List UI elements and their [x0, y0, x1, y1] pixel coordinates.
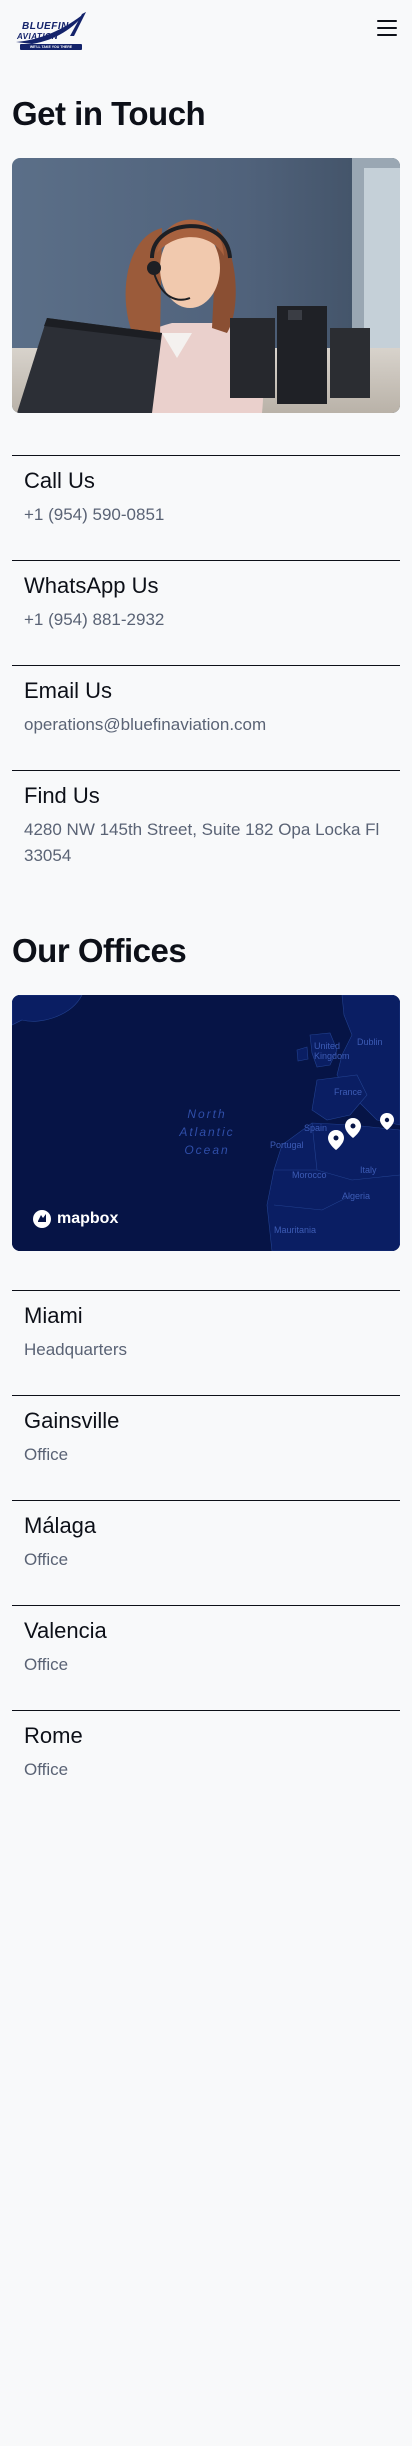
office-item-malaga[interactable]: Málaga Office — [12, 1500, 400, 1605]
map-label-algeria: Algeria — [342, 1191, 371, 1201]
map-label-france: France — [334, 1087, 363, 1097]
find-us-label: Find Us — [24, 783, 100, 808]
office-item-gainsville[interactable]: Gainsville Office — [12, 1395, 400, 1500]
hamburger-menu-button[interactable] — [374, 17, 400, 39]
map-label-italy: Italy — [360, 1165, 377, 1175]
map-label-portugal: Portugal — [270, 1140, 304, 1150]
email-us-item[interactable]: Email Us operations@bluefinaviation.com — [12, 665, 400, 770]
office-item-valencia[interactable]: Valencia Office — [12, 1605, 400, 1710]
office-name: Gainsville — [24, 1408, 120, 1433]
whatsapp-phone-link[interactable]: +1 (954) 881-2932 — [24, 607, 394, 633]
our-offices-title: Our Offices — [12, 932, 187, 969]
find-us-item[interactable]: Find Us 4280 NW 145th Street, Suite 182 … — [12, 770, 400, 890]
whatsapp-us-label: WhatsApp Us — [24, 573, 159, 598]
mapbox-logo-icon — [33, 1210, 51, 1228]
get-in-touch-title: Get in Touch — [12, 95, 206, 132]
call-us-label: Call Us — [24, 468, 95, 493]
hamburger-icon-bar-1 — [377, 20, 397, 22]
office-item-miami[interactable]: Miami Headquarters — [12, 1290, 400, 1395]
bluefin-aviation-logo[interactable]: BLUEFIN AVIATION WE'LL TAKE YOU THERE — [12, 10, 88, 54]
office-type: Office — [24, 1655, 69, 1674]
hamburger-icon-bar-2 — [377, 27, 397, 29]
map-label-mauritania: Mauritania — [274, 1225, 317, 1235]
office-type: Office — [24, 1445, 69, 1464]
map-ocean-label: North Atlantic Ocean — [179, 1107, 235, 1157]
logo-tagline: WE'LL TAKE YOU THERE — [20, 44, 82, 50]
email-link[interactable]: operations@bluefinaviation.com — [24, 712, 394, 738]
office-type: Office — [24, 1760, 69, 1779]
contact-photo — [12, 158, 400, 413]
mapbox-wordmark: mapbox — [57, 1210, 119, 1227]
whatsapp-us-item[interactable]: WhatsApp Us +1 (954) 881-2932 — [12, 560, 400, 665]
call-us-item[interactable]: Call Us +1 (954) 590-0851 — [12, 455, 400, 560]
mapbox-attribution[interactable]: mapbox — [32, 1209, 118, 1229]
map-label-uk: United Kingdom — [314, 1041, 350, 1061]
logo-line2: AVIATION — [17, 32, 59, 41]
address-link[interactable]: 4280 NW 145th Street, Suite 182 Opa Lock… — [24, 817, 394, 869]
call-us-phone-link[interactable]: +1 (954) 590-0851 — [24, 502, 394, 528]
offices-map[interactable]: North Atlantic Ocean United Kingdom Dubl… — [12, 995, 400, 1251]
office-type: Headquarters — [24, 1340, 128, 1359]
logo-line1: BLUEFIN — [22, 21, 69, 32]
email-us-label: Email Us — [24, 678, 113, 703]
office-name: Málaga — [24, 1513, 97, 1538]
office-name: Rome — [24, 1723, 83, 1748]
office-name: Valencia — [24, 1618, 107, 1643]
map-label-spain: Spain — [304, 1123, 328, 1133]
map-label-morocco: Morocco — [292, 1170, 327, 1180]
office-name: Miami — [24, 1303, 83, 1328]
office-item-rome[interactable]: Rome Office — [12, 1710, 400, 1815]
hamburger-icon-bar-3 — [377, 34, 397, 36]
site-header: BLUEFIN AVIATION WE'LL TAKE YOU THERE — [0, 0, 412, 60]
map-label-dublin: Dublin — [357, 1037, 383, 1047]
office-type: Office — [24, 1550, 69, 1569]
